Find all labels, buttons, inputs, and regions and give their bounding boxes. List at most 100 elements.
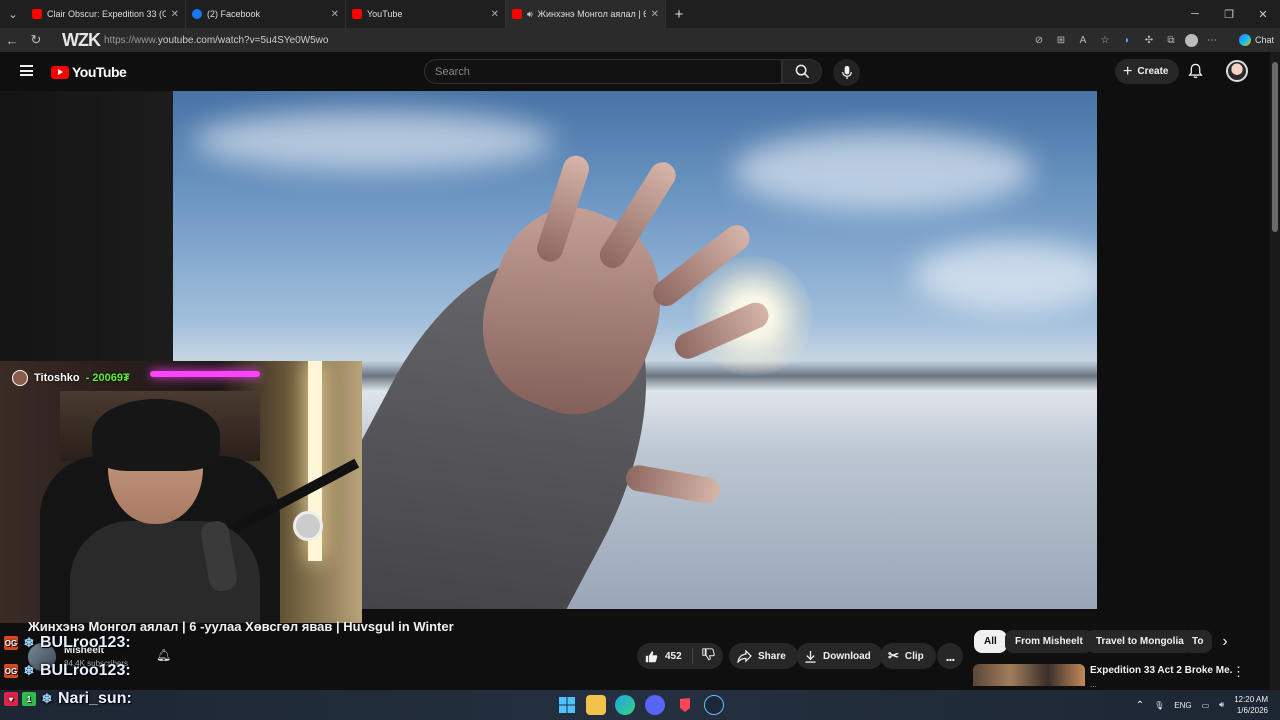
snowflake-badge-icon: ❄ bbox=[23, 635, 35, 650]
favorite-star-icon[interactable]: ☆ bbox=[1097, 35, 1113, 46]
menu-icon[interactable] bbox=[20, 65, 33, 76]
copilot-chat-button[interactable]: Chat bbox=[1238, 31, 1274, 49]
apps-icon[interactable]: ⊞ bbox=[1053, 35, 1069, 46]
more-actions-button[interactable]: ... bbox=[937, 643, 963, 669]
tab-close-icon[interactable]: ✕ bbox=[651, 9, 659, 20]
youtube-icon bbox=[352, 9, 362, 19]
close-window-icon[interactable]: ✕ bbox=[1246, 0, 1280, 28]
bell-icon bbox=[1188, 63, 1203, 79]
video-title: Жинхэнэ Монгол аялал | 6 -уулаа Хөвсгөл … bbox=[28, 619, 454, 634]
youtube-logo-text: YouTube bbox=[72, 64, 127, 80]
browser-extensions-icon[interactable]: ✣ bbox=[1141, 35, 1157, 46]
windows-start-icon[interactable] bbox=[557, 695, 577, 715]
more-options-icon[interactable]: ⋯ bbox=[1204, 35, 1220, 46]
account-avatar[interactable] bbox=[1226, 60, 1248, 82]
chip-from-channel[interactable]: From Misheelt bbox=[1005, 630, 1093, 653]
microphone-tray-icon[interactable]: 🎙︎ bbox=[1154, 701, 1164, 710]
tab-actions-chevron-icon[interactable]: ⌄ bbox=[0, 0, 26, 28]
chat-username: BULroo123: bbox=[40, 662, 131, 679]
url-field[interactable]: WZK https://www. youtube.com/watch?v=5u4… bbox=[54, 30, 1054, 50]
chevron-right-icon[interactable]: › bbox=[1213, 631, 1237, 653]
edge-browser-icon[interactable] bbox=[615, 695, 635, 715]
create-button[interactable]: + Create bbox=[1115, 59, 1180, 84]
streamer-name: Titoshko bbox=[34, 372, 80, 384]
streamer-avatar bbox=[12, 370, 28, 386]
search-input[interactable]: Search bbox=[424, 59, 782, 84]
window-controls: ─ ❐ ✕ bbox=[1178, 0, 1280, 28]
clock-date: 1/6/2026 bbox=[1236, 706, 1268, 715]
clip-button[interactable]: ✂︎ Clip bbox=[880, 643, 936, 669]
chip-all[interactable]: All bbox=[974, 630, 1007, 653]
search-icon bbox=[795, 64, 809, 79]
tray-chevron-icon[interactable]: ⌃ bbox=[1136, 700, 1144, 711]
clock[interactable]: 12:20 AM 1/6/2026 bbox=[1234, 694, 1268, 716]
system-tray: ⌃ 🎙︎ ENG ▭ 🔊︎ 12:20 AM 1/6/2026 bbox=[1136, 690, 1280, 720]
heart-badge-icon: ♥ bbox=[4, 692, 18, 706]
back-arrow-icon[interactable]: ← bbox=[0, 33, 24, 48]
dislike-button[interactable] bbox=[693, 648, 715, 664]
like-button[interactable]: 452 bbox=[637, 648, 693, 664]
windows-taskbar: ⌃ 🎙︎ ENG ▭ 🔊︎ 12:20 AM 1/6/2026 bbox=[0, 690, 1280, 720]
streamer-webcam-overlay: Titoshko - 20069₮ bbox=[0, 361, 362, 623]
streamer-tag: Titoshko - 20069₮ bbox=[12, 370, 130, 386]
minimize-icon[interactable]: ─ bbox=[1178, 0, 1212, 28]
plus-icon: + bbox=[1123, 62, 1133, 80]
download-button[interactable]: Download bbox=[796, 643, 883, 669]
watermark-logo: WZK bbox=[62, 29, 101, 50]
notifications-button[interactable] bbox=[1188, 63, 1203, 84]
streamer-hair bbox=[92, 399, 220, 471]
share-button[interactable]: Share bbox=[729, 643, 798, 669]
collections-icon[interactable]: ⧉ bbox=[1163, 35, 1179, 46]
download-icon bbox=[805, 650, 816, 663]
scrollbar-thumb[interactable] bbox=[1272, 62, 1278, 232]
translate-icon[interactable]: ⊘ bbox=[1031, 35, 1047, 46]
speaker-icon[interactable]: 🔊︎ bbox=[527, 9, 533, 20]
refresh-icon[interactable]: ↻ bbox=[24, 32, 48, 48]
restore-icon[interactable]: ❐ bbox=[1212, 0, 1246, 28]
recommendation-thumbnail[interactable] bbox=[973, 664, 1085, 686]
tab-close-icon[interactable]: ✕ bbox=[491, 9, 499, 20]
address-bar-tools: ⊘ ⊞ A ☆ ◗ ✣ ⧉ ⋯ bbox=[1031, 28, 1220, 52]
create-label: Create bbox=[1137, 66, 1169, 77]
chat-label: Chat bbox=[1254, 35, 1274, 45]
extension-icon[interactable]: ◗ bbox=[1119, 35, 1135, 46]
browser-tab-youtube[interactable]: YouTube ✕ bbox=[346, 0, 506, 28]
kebab-menu-icon[interactable]: ⋮ bbox=[1232, 664, 1245, 680]
discord-icon[interactable] bbox=[645, 695, 665, 715]
chat-username: BULroo123: bbox=[40, 634, 131, 651]
player-right-margin bbox=[1097, 91, 1270, 609]
og-badge: OG bbox=[4, 664, 18, 678]
profile-icon[interactable] bbox=[1185, 33, 1198, 47]
tab-close-icon[interactable]: ✕ bbox=[171, 9, 179, 20]
riot-client-icon[interactable] bbox=[675, 695, 695, 715]
recommendation-title[interactable]: Expedition 33 Act 2 Broke Me. bbox=[1090, 665, 1232, 676]
browser-tab-active-video[interactable]: 🔊︎ Жинхэнэ Монгол аялал | 6 - ✕ bbox=[506, 0, 666, 28]
volume-icon[interactable]: 🔊︎ bbox=[1219, 700, 1224, 710]
chip-truncated[interactable]: To bbox=[1184, 630, 1212, 653]
file-explorer-icon[interactable] bbox=[586, 695, 606, 715]
voice-search-button[interactable] bbox=[833, 59, 860, 86]
thumbs-down-icon bbox=[702, 648, 715, 661]
read-aloud-icon[interactable]: A bbox=[1075, 35, 1091, 46]
address-bar-row: ← ↻ WZK https://www. youtube.com/watch?v… bbox=[0, 28, 1280, 52]
thumb bbox=[623, 463, 722, 506]
page-scrollbar[interactable] bbox=[1270, 52, 1280, 690]
subscription-bell-icon[interactable]: 🔔︎ bbox=[156, 648, 171, 662]
recommendation-channel: ... bbox=[1090, 680, 1097, 689]
player-left-margin bbox=[0, 91, 173, 361]
chat-message: OG ❄ BULroo123: bbox=[4, 634, 131, 652]
snowflake-badge-icon: ❄ bbox=[23, 663, 35, 678]
browser-tab-facebook[interactable]: (2) Facebook ✕ bbox=[186, 0, 346, 28]
youtube-logo[interactable]: YouTube bbox=[51, 64, 127, 80]
chat-username: Nari_sun: bbox=[58, 690, 132, 707]
tab-close-icon[interactable]: ✕ bbox=[331, 9, 339, 20]
language-indicator[interactable]: ENG bbox=[1174, 701, 1191, 710]
url-text: youtube.com/watch?v=5u4SYe0W5wo bbox=[157, 34, 329, 46]
search-button[interactable] bbox=[782, 59, 822, 84]
new-tab-button[interactable]: + bbox=[666, 6, 692, 23]
steam-icon[interactable] bbox=[704, 695, 724, 715]
chip-travel-mongolia[interactable]: Travel to Mongolia bbox=[1086, 630, 1194, 653]
network-icon[interactable]: ▭ bbox=[1202, 701, 1210, 710]
tab-title: Жинхэнэ Монгол аялал | 6 - bbox=[537, 9, 646, 19]
browser-tab-expedition[interactable]: Clair Obscur: Expedition 33 (Origi ✕ bbox=[26, 0, 186, 28]
